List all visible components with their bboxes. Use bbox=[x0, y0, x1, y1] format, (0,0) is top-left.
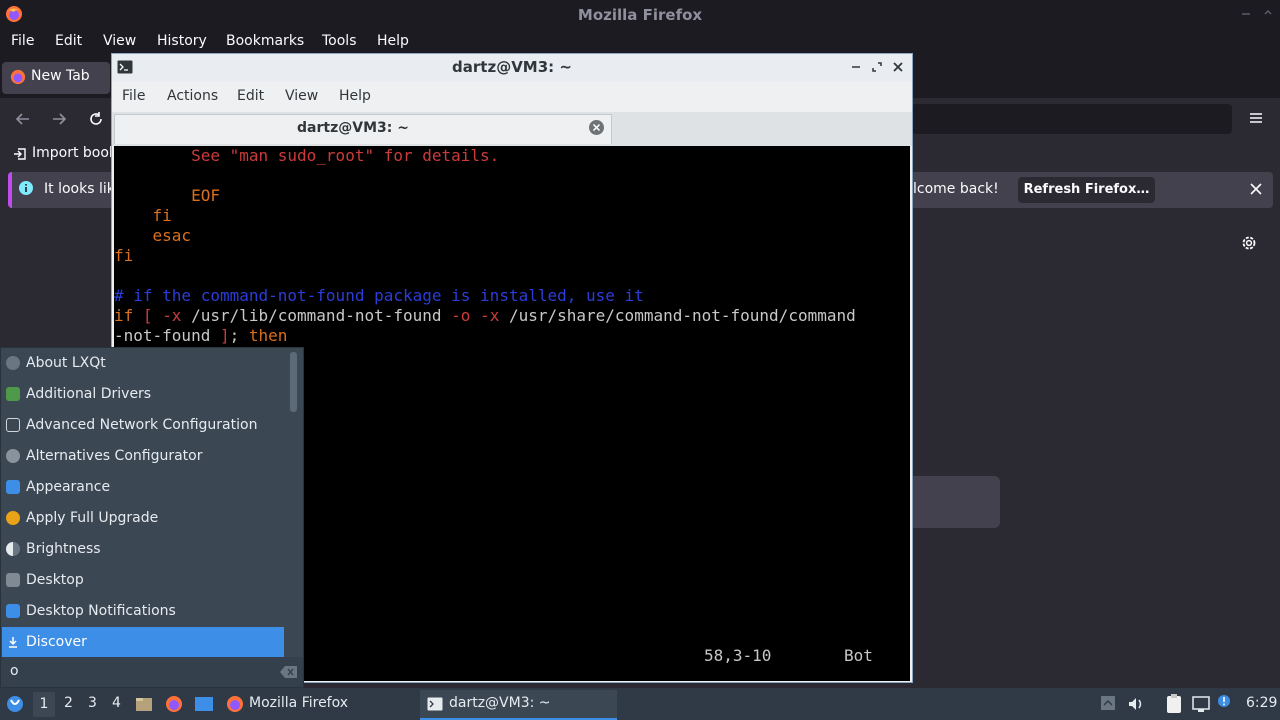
menu-item-appearance[interactable]: Appearance bbox=[2, 472, 284, 503]
workspace-3[interactable]: 3 bbox=[88, 695, 97, 711]
menu-search-input[interactable]: o bbox=[10, 663, 19, 679]
terminal-line: -not-found ]; then bbox=[114, 326, 288, 345]
firefox-tab-label: New Tab bbox=[31, 68, 90, 84]
network-tray-icon[interactable] bbox=[1192, 695, 1210, 713]
back-arrow-icon[interactable] bbox=[14, 110, 32, 128]
menu-item-discover[interactable]: Discover bbox=[2, 627, 284, 658]
firefox-tab-icon bbox=[10, 69, 26, 85]
desktop-icon bbox=[6, 573, 20, 587]
firefox-menubar: File Edit View History Bookmarks Tools H… bbox=[0, 29, 1280, 56]
terminal-line: fi bbox=[114, 206, 172, 225]
network-icon bbox=[6, 418, 20, 432]
terminal-line: See "man sudo_root" for details. bbox=[114, 146, 500, 165]
volume-icon[interactable] bbox=[1127, 695, 1145, 713]
workspace-1[interactable]: 1 bbox=[33, 692, 55, 717]
settings-gear-icon[interactable] bbox=[1240, 234, 1258, 252]
ff-menu-tools[interactable]: Tools bbox=[322, 33, 357, 49]
task-firefox-label: Mozilla Firefox bbox=[249, 695, 349, 711]
menu-item-advanced-network-configuration[interactable]: Advanced Network Configuration bbox=[2, 410, 284, 441]
ff-menu-file[interactable]: File bbox=[11, 33, 34, 49]
ff-menu-bookmarks[interactable]: Bookmarks bbox=[226, 33, 304, 49]
firefox-minimize-icon[interactable] bbox=[1240, 8, 1252, 20]
firefox-window-title: Mozilla Firefox bbox=[577, 6, 703, 24]
ff-menu-view[interactable]: View bbox=[103, 33, 136, 49]
menu-item-alternatives-configurator[interactable]: Alternatives Configurator bbox=[2, 441, 284, 472]
download-icon bbox=[6, 635, 20, 649]
firefox-launcher-icon[interactable] bbox=[165, 695, 183, 713]
terminal-line: esac bbox=[114, 226, 192, 245]
file-manager-icon[interactable] bbox=[135, 695, 153, 713]
ff-menu-history[interactable]: History bbox=[157, 33, 207, 49]
terminal-line: # if the command-not-found package is in… bbox=[114, 286, 644, 305]
terminal-tab-title: dartz@VM3: ~ bbox=[297, 120, 409, 136]
term-menu-file[interactable]: File bbox=[122, 88, 145, 104]
notification-accent bbox=[8, 172, 12, 208]
info-icon bbox=[18, 180, 34, 196]
brightness-icon bbox=[6, 542, 20, 556]
terminal-line: EOF bbox=[114, 186, 220, 205]
notification-text-tail: lcome back! bbox=[913, 181, 999, 197]
import-bookmarks-icon bbox=[12, 146, 28, 162]
menu-scrollbar[interactable] bbox=[290, 352, 297, 412]
firefox-maximize-icon[interactable] bbox=[1262, 8, 1274, 20]
terminal-line: if [ -x /usr/lib/command-not-found -o -x… bbox=[114, 306, 856, 325]
hamburger-menu-icon[interactable] bbox=[1248, 110, 1264, 126]
update-notifier-icon[interactable] bbox=[1217, 694, 1231, 708]
workspace-2[interactable]: 2 bbox=[64, 695, 73, 711]
menu-item-brightness[interactable]: Brightness bbox=[2, 534, 284, 565]
term-menu-view[interactable]: View bbox=[285, 88, 318, 104]
task-firefox-button[interactable]: Mozilla Firefox bbox=[221, 690, 416, 718]
workspace-4[interactable]: 4 bbox=[112, 695, 121, 711]
refresh-firefox-button[interactable]: Refresh Firefox… bbox=[1018, 177, 1155, 203]
tray-expander-icon[interactable] bbox=[1100, 695, 1116, 711]
notification-text: It looks lik bbox=[44, 181, 115, 197]
menu-item-additional-drivers[interactable]: Additional Drivers bbox=[2, 379, 284, 410]
taskbar bbox=[0, 688, 1280, 720]
notification-icon bbox=[6, 604, 20, 618]
terminal-window-title: dartz@VM3: ~ bbox=[452, 58, 572, 76]
forward-arrow-icon[interactable] bbox=[50, 110, 68, 128]
reload-icon[interactable] bbox=[87, 110, 105, 128]
firefox-url-bar[interactable] bbox=[912, 104, 1232, 134]
task-terminal-button[interactable]: dartz@VM3: ~ bbox=[420, 690, 617, 720]
taskbar-clock[interactable]: 6:29 bbox=[1246, 695, 1277, 711]
menu-search-field[interactable]: o bbox=[1, 657, 303, 687]
ff-menu-edit[interactable]: Edit bbox=[55, 33, 82, 49]
ff-menu-help[interactable]: Help bbox=[377, 33, 409, 49]
terminal-minimize-icon[interactable] bbox=[850, 61, 862, 73]
upgrade-icon bbox=[6, 511, 20, 525]
gear-icon bbox=[6, 449, 20, 463]
terminal-close-icon[interactable] bbox=[892, 61, 904, 73]
show-desktop-icon[interactable] bbox=[194, 695, 214, 713]
import-bookmarks-link[interactable]: Import book bbox=[32, 145, 117, 161]
menu-item-apply-full-upgrade[interactable]: Apply Full Upgrade bbox=[2, 503, 284, 534]
task-terminal-icon bbox=[427, 696, 443, 712]
term-menu-help[interactable]: Help bbox=[339, 88, 371, 104]
term-menu-edit[interactable]: Edit bbox=[237, 88, 264, 104]
task-firefox-icon bbox=[226, 695, 244, 713]
clear-search-icon[interactable] bbox=[280, 665, 298, 679]
firefox-search-card[interactable] bbox=[912, 476, 1000, 528]
start-menu-icon[interactable] bbox=[5, 694, 25, 714]
menu-item-desktop[interactable]: Desktop bbox=[2, 565, 284, 596]
menu-item-about-lxqt[interactable]: About LXQt bbox=[2, 348, 284, 379]
menu-item-desktop-notifications[interactable]: Desktop Notifications bbox=[2, 596, 284, 627]
tab-close-icon[interactable] bbox=[588, 119, 605, 136]
terminal-menubar: File Actions Edit View Help bbox=[112, 82, 912, 112]
vim-cursor-position: 58,3-10 bbox=[704, 646, 772, 665]
info-icon bbox=[6, 356, 20, 370]
monitor-icon bbox=[6, 480, 20, 494]
terminal-maximize-icon[interactable] bbox=[871, 61, 883, 73]
lxqt-start-menu: About LXQt Additional Drivers Advanced N… bbox=[0, 347, 304, 688]
term-menu-actions[interactable]: Actions bbox=[167, 88, 218, 104]
terminal-line: fi bbox=[114, 246, 134, 265]
chip-icon bbox=[6, 387, 20, 401]
task-terminal-label: dartz@VM3: ~ bbox=[449, 695, 551, 711]
close-icon[interactable] bbox=[1248, 181, 1264, 197]
clipboard-icon[interactable] bbox=[1165, 694, 1183, 714]
vim-scroll-indicator: Bot bbox=[844, 646, 873, 665]
